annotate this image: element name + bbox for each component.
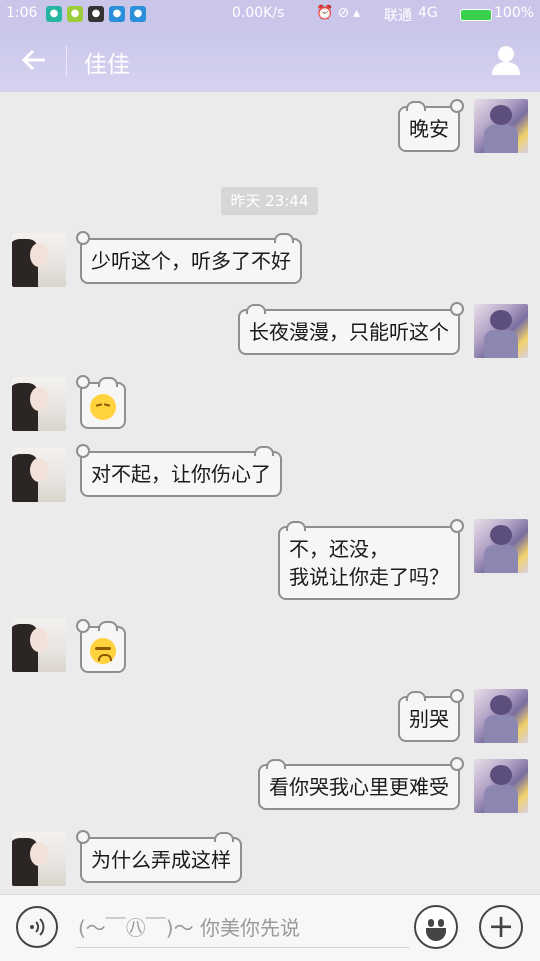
message-input[interactable] [76,909,410,948]
chat-area[interactable]: 晚安 昨天 23:44 少听这个，听多了不好 长夜漫漫，只能听这个 对不起，让你… [0,92,540,894]
my-avatar[interactable] [474,689,528,743]
message-bubble[interactable]: 少听这个，听多了不好 [76,231,302,284]
message-bubble[interactable]: 长夜漫漫，只能听这个 [238,302,464,355]
net-speed: 0.00K/s [232,5,285,21]
status-time: 1:06 [6,5,38,21]
back-arrow-icon[interactable] [14,42,54,78]
battery-percent: 100% [494,5,535,21]
input-bar: + [0,894,540,961]
person-icon[interactable] [490,44,522,76]
my-avatar[interactable] [474,99,528,153]
message-bubble[interactable] [76,375,126,429]
app-notification-icon: ● [67,6,83,22]
my-avatar[interactable] [474,304,528,358]
message-bubble[interactable]: 为什么弄成这样 [76,830,242,883]
pensive-face-icon [90,393,116,420]
message-line: 我说让你走了吗？ [289,565,449,589]
battery-icon [460,9,492,21]
message-bubble[interactable]: 看你哭我心里更难受 [258,757,464,810]
contact-avatar[interactable] [12,448,66,502]
voice-icon[interactable] [16,906,58,948]
my-avatar[interactable] [474,519,528,573]
divider [66,46,67,76]
network-type: 4G [418,5,438,21]
carrier: 联通 [384,8,412,24]
contact-avatar[interactable] [12,832,66,886]
smiley-icon[interactable] [414,905,458,949]
qq-icon: ● [88,6,104,22]
timestamp: 昨天 23:44 [221,187,318,215]
message-line: 不，还没， [289,537,389,561]
chat-title: 佳佳 [84,52,130,78]
app-notification-icon: ● [109,6,125,22]
my-avatar[interactable] [474,759,528,813]
message-bubble[interactable] [76,619,126,673]
smiley-mouth [426,928,446,941]
contact-avatar[interactable] [12,618,66,672]
notification-icons: ● ● ● ● ● [46,6,146,22]
message-bubble[interactable]: 晚安 [398,99,464,152]
app-notification-icon: ● [46,6,62,22]
crying-face-icon [90,637,116,664]
status-bar: 1:06 ● ● ● ● ● 0.00K/s ⏰⊘▴ 联通 4G 100% [0,0,540,28]
contact-avatar[interactable] [12,233,66,287]
message-bubble[interactable]: 不，还没， 我说让你走了吗？ [278,519,464,600]
system-icons: ⏰⊘▴ [316,5,365,21]
message-bubble[interactable]: 别哭 [398,689,464,742]
title-bar: 佳佳 [0,28,540,92]
app-notification-icon: ● [130,6,146,22]
plus-icon[interactable]: + [479,905,523,949]
message-bubble[interactable]: 对不起，让你伤心了 [76,444,282,497]
contact-avatar[interactable] [12,377,66,431]
